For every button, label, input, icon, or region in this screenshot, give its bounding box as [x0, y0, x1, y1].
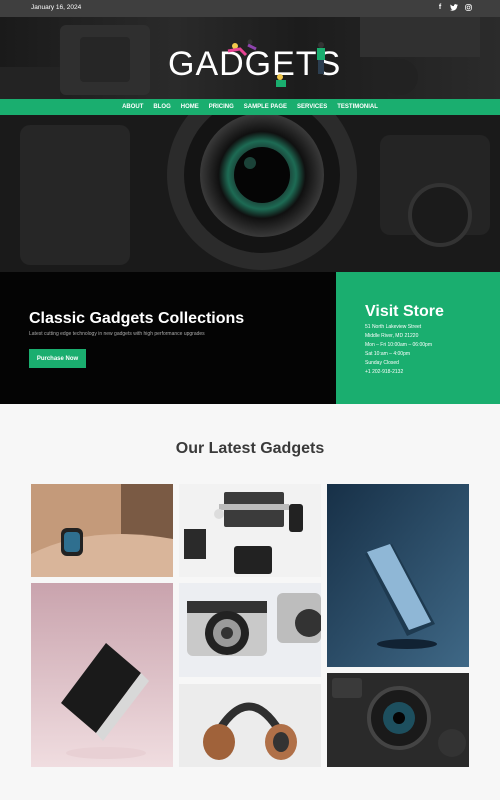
store-panel: Visit Store 51 North Lakeview Street Mid…: [336, 272, 500, 404]
collection-title: Classic Gadgets Collections: [29, 310, 245, 327]
desk-setup-image[interactable]: [179, 484, 321, 577]
camera-lens-image[interactable]: [327, 673, 469, 767]
store-title: Visit Store: [365, 303, 444, 320]
nav-testimonial[interactable]: TESTIMONIAL: [332, 104, 383, 110]
site-logo[interactable]: GADGETS: [168, 37, 340, 91]
nav-home[interactable]: HOME: [176, 104, 204, 110]
social-links: f: [436, 3, 472, 12]
smartphone-image[interactable]: [327, 484, 469, 667]
top-bar: January 16, 2024 f: [0, 0, 500, 17]
nav-blog[interactable]: BLOG: [148, 104, 175, 110]
main-nav: ABOUT BLOG HOME PRICING SAMPLE PAGE SERV…: [0, 99, 500, 115]
facebook-icon[interactable]: f: [436, 3, 444, 12]
nav-sample-page[interactable]: SAMPLE PAGE: [239, 104, 292, 110]
store-phone[interactable]: +1 202-918-2132: [365, 368, 432, 377]
nav-services[interactable]: SERVICES: [292, 104, 332, 110]
hero-banner-image: [0, 115, 500, 272]
store-city-line: Middle River, MD 21220: [365, 333, 419, 339]
nav-pricing[interactable]: PRICING: [204, 104, 239, 110]
laptop-image[interactable]: [31, 583, 173, 767]
gallery-title: Our Latest Gadgets: [175, 440, 325, 457]
store-hours-saturday: Sat 10:am – 4:00pm: [365, 351, 411, 357]
purchase-now-button[interactable]: Purchase Now: [29, 349, 86, 368]
collection-panel: Classic Gadgets Collections Latest cutti…: [0, 272, 336, 404]
store-address-line: 51 North Lakeview Street: [365, 324, 422, 330]
promo-section: Classic Gadgets Collections Latest cutti…: [0, 272, 500, 404]
site-header: GADGETS: [0, 17, 500, 99]
smartwatch-image[interactable]: [31, 484, 173, 577]
store-hours-weekday: Mon – Fri 10:00am – 06:00pm: [365, 342, 432, 348]
logo-figures-icon: [227, 39, 325, 87]
instagram-icon[interactable]: [464, 3, 472, 12]
nav-about[interactable]: ABOUT: [117, 104, 148, 110]
twitter-icon[interactable]: [450, 3, 458, 12]
headphones-image[interactable]: [179, 684, 321, 767]
store-info: 51 North Lakeview Street Middle River, M…: [365, 323, 432, 377]
collection-subtitle: Latest cutting edge technology in new ga…: [29, 331, 205, 337]
current-date: January 16, 2024: [31, 4, 82, 11]
store-hours-sunday: Sunday Closed: [365, 360, 399, 366]
cameras-image[interactable]: [179, 583, 321, 677]
